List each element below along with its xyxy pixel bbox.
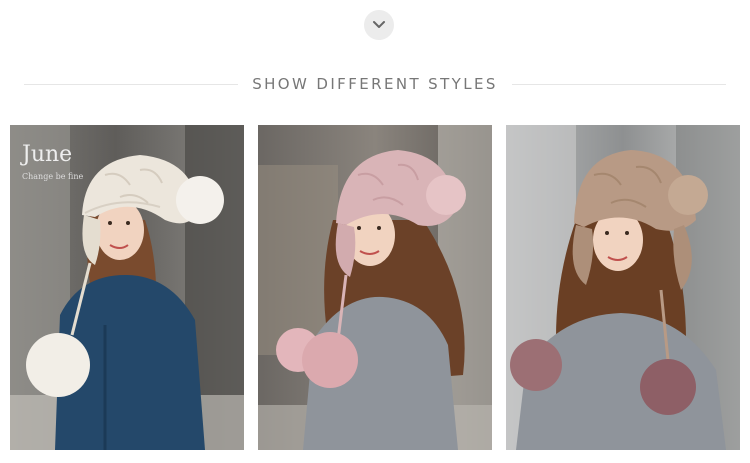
store-sign-text: June [20, 142, 72, 167]
chevron-down-icon [373, 21, 385, 28]
product-photo-pink[interactable] [258, 125, 492, 450]
store-sign-subtext: Change be fine [22, 172, 83, 181]
product-photo-khaki[interactable] [506, 125, 740, 450]
divider-right [512, 84, 726, 85]
product-photo-cream[interactable]: June Change be fine [10, 125, 244, 450]
scroll-down-button[interactable] [364, 10, 394, 40]
